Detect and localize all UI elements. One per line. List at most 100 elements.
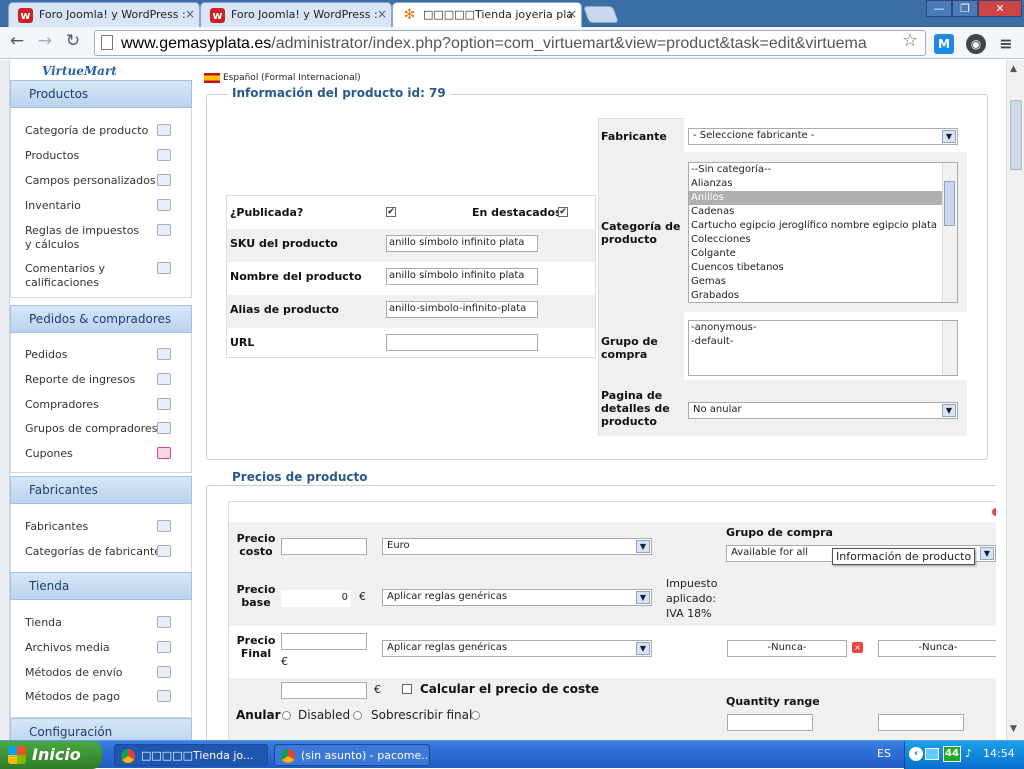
- details-page-select[interactable]: No anular ▼: [688, 402, 958, 419]
- category-listbox[interactable]: --Sin categoría-- Alianzas Anillos Caden…: [688, 162, 958, 303]
- list-item[interactable]: -default-: [689, 335, 957, 349]
- list-item[interactable]: --Sin categoría--: [689, 163, 957, 177]
- list-item-selected[interactable]: Anillos: [689, 191, 957, 205]
- address-bar[interactable]: www.gemasyplata.es/administrator/index.p…: [94, 30, 926, 56]
- sidebar-item-categoria-producto[interactable]: Categoría de producto: [25, 124, 185, 138]
- sidebar-item-media[interactable]: Archivos media: [25, 641, 185, 655]
- sidebar-item-pago[interactable]: Métodos de pago: [25, 690, 185, 704]
- base-rule-select[interactable]: Aplicar reglas genéricas ▼: [382, 589, 652, 606]
- currency-select[interactable]: Euro ▼: [382, 538, 652, 555]
- published-checkbox[interactable]: ✔: [386, 207, 396, 217]
- back-icon[interactable]: ←: [6, 31, 28, 51]
- taskbar-item-chrome-1[interactable]: □□□□□Tienda jo...: [114, 744, 268, 766]
- chevron-down-icon[interactable]: ▼: [636, 540, 650, 553]
- scroll-thumb[interactable]: [944, 181, 955, 226]
- list-item[interactable]: Gemas: [689, 275, 957, 289]
- forward-icon[interactable]: →: [34, 31, 56, 51]
- sidebar-section-fabricantes[interactable]: Fabricantes: [10, 476, 192, 504]
- alias-input[interactable]: anillo-simbolo-infinito-plata: [386, 301, 538, 318]
- base-price-input[interactable]: 0: [281, 590, 351, 607]
- list-scrollbar[interactable]: [942, 163, 957, 302]
- taskbar-item-chrome-2[interactable]: (sin asunto) - pacome...: [274, 744, 430, 766]
- list-item[interactable]: Colecciones: [689, 233, 957, 247]
- sidebar-item-compradores[interactable]: Compradores: [25, 398, 185, 412]
- close-tab-icon[interactable]: ×: [377, 7, 387, 21]
- scroll-down-icon[interactable]: ▼: [1010, 724, 1017, 734]
- end-date-input[interactable]: -Nunca-: [878, 640, 996, 657]
- close-tab-icon[interactable]: ×: [185, 7, 195, 21]
- overwrite-final-radio[interactable]: [471, 711, 480, 720]
- list-item[interactable]: Cadenas: [689, 205, 957, 219]
- featured-checkbox[interactable]: ✔: [558, 207, 568, 217]
- language-indicator[interactable]: ES: [877, 747, 891, 760]
- product-name-input[interactable]: anillo símbolo infinito plata: [386, 268, 538, 285]
- final-price-input[interactable]: [281, 633, 367, 650]
- list-item[interactable]: Alianzas: [689, 177, 957, 191]
- chevron-down-icon[interactable]: ▼: [636, 642, 650, 655]
- sidebar-section-tienda[interactable]: Tienda: [10, 572, 192, 600]
- page-scrollbar[interactable]: ▲ ▼: [1006, 60, 1024, 740]
- sidebar-item-campos[interactable]: Campos personalizados: [25, 174, 185, 188]
- sidebar-item-comentarios[interactable]: Comentarios y calificaciones: [25, 262, 171, 290]
- menu-icon[interactable]: ≡: [996, 34, 1016, 54]
- scroll-up-icon[interactable]: ▲: [1010, 64, 1017, 74]
- minimize-icon[interactable]: —: [926, 0, 952, 17]
- sidebar-item-cupones[interactable]: Cupones: [25, 447, 185, 461]
- badge-icon[interactable]: 44: [943, 746, 961, 762]
- overwrite-radio[interactable]: [353, 711, 362, 720]
- start-date-input[interactable]: -Nunca-: [727, 640, 847, 657]
- network-icon[interactable]: [925, 748, 939, 760]
- url-input[interactable]: [386, 334, 538, 351]
- final-rule-select[interactable]: Aplicar reglas genéricas ▼: [382, 640, 652, 657]
- list-item[interactable]: Cuencos tibetanos: [689, 261, 957, 275]
- sidebar-section-productos[interactable]: Productos: [10, 80, 192, 108]
- clock[interactable]: 14:54: [983, 747, 1015, 760]
- chevron-down-icon[interactable]: ▼: [942, 130, 956, 143]
- browser-tab-3-active[interactable]: ✻ □□□□□Tienda joyeria pla ×: [392, 2, 582, 28]
- sidebar-item-tienda[interactable]: Tienda: [25, 616, 185, 630]
- list-item[interactable]: -anonymous-: [689, 321, 957, 335]
- sidebar-item-impuestos[interactable]: Reglas de impuestos y cálculos: [25, 224, 171, 252]
- tray-expand-icon[interactable]: ‹: [909, 747, 923, 761]
- bookmark-star-icon[interactable]: ☆: [902, 30, 918, 51]
- close-tab-icon[interactable]: ×: [567, 7, 577, 21]
- clear-date-icon[interactable]: ×: [852, 642, 863, 653]
- chevron-down-icon[interactable]: ▼: [636, 591, 650, 604]
- chevron-down-icon[interactable]: ▼: [942, 404, 956, 417]
- sku-input[interactable]: anillo símbolo infinito plata: [386, 235, 538, 252]
- sidebar-item-categorias-fabricante[interactable]: Categorías de fabricante: [25, 545, 185, 559]
- new-tab-button[interactable]: [582, 6, 620, 23]
- scroll-thumb[interactable]: [1010, 100, 1022, 170]
- list-item[interactable]: Cartucho egipcio jeroglífico nombre egip…: [689, 219, 957, 233]
- sidebar-item-pedidos[interactable]: Pedidos: [25, 348, 185, 362]
- extension-icon[interactable]: ◉: [966, 34, 986, 54]
- list-scrollbar[interactable]: [942, 321, 957, 375]
- quantity-start-input[interactable]: [727, 714, 813, 731]
- chevron-down-icon[interactable]: ▼: [980, 547, 994, 560]
- product-name-label: Nombre del producto: [230, 270, 362, 283]
- reload-icon[interactable]: ↻: [62, 31, 84, 51]
- shopper-group-listbox[interactable]: -anonymous- -default-: [688, 320, 958, 376]
- override-price-input[interactable]: [281, 682, 367, 699]
- sidebar-item-fabricantes[interactable]: Fabricantes: [25, 520, 185, 534]
- cost-price-input[interactable]: [281, 538, 367, 555]
- maximize-icon[interactable]: ❐: [952, 0, 978, 17]
- sidebar-section-pedidos[interactable]: Pedidos & compradores: [10, 305, 192, 333]
- start-button[interactable]: Inicio: [0, 741, 102, 769]
- list-item[interactable]: Colgante: [689, 247, 957, 261]
- sidebar-item-productos[interactable]: Productos: [25, 149, 185, 163]
- manufacturer-select[interactable]: - Seleccione fabricante - ▼: [688, 128, 958, 145]
- browser-tab-1[interactable]: w Foro Joomla! y WordPress : ×: [8, 2, 200, 27]
- sidebar-item-grupos[interactable]: Grupos de compradores: [25, 422, 185, 436]
- quantity-end-input[interactable]: [878, 714, 964, 731]
- sidebar-item-envio[interactable]: Métodos de envío: [25, 666, 185, 680]
- calc-cost-checkbox[interactable]: [402, 684, 412, 694]
- list-item[interactable]: Grabados: [689, 289, 957, 302]
- sidebar-item-reporte[interactable]: Reporte de ingresos: [25, 373, 185, 387]
- disabled-radio[interactable]: [282, 711, 291, 720]
- volume-icon[interactable]: ♪: [965, 747, 972, 760]
- close-window-icon[interactable]: ✕: [978, 0, 1022, 17]
- m-extension-icon[interactable]: M: [934, 34, 954, 54]
- browser-tab-2[interactable]: w Foro Joomla! y WordPress : ×: [200, 2, 392, 27]
- sidebar-item-inventario[interactable]: Inventario: [25, 199, 185, 213]
